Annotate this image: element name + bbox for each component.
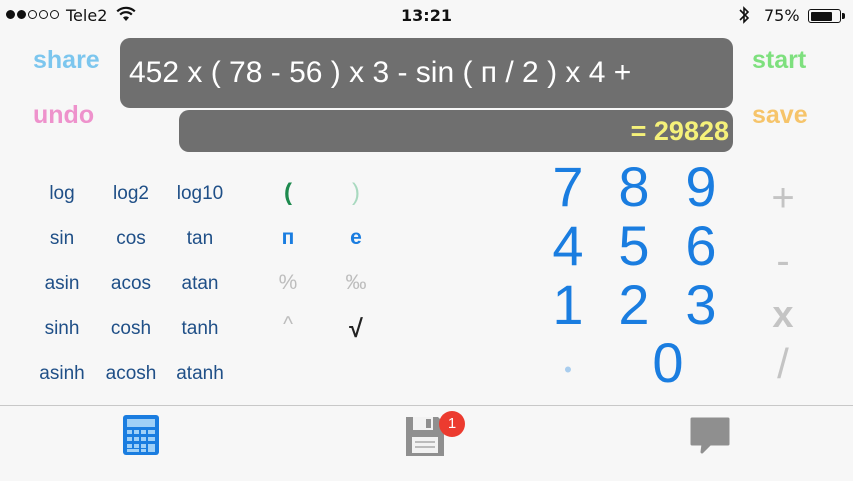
e-button[interactable]: e [331, 226, 381, 250]
cos-button[interactable]: cos [96, 228, 166, 250]
tab-feedback[interactable] [688, 414, 732, 460]
plus-button[interactable]: + [758, 176, 808, 221]
battery-percent: 75% [764, 6, 800, 25]
tan-button[interactable]: tan [165, 228, 235, 250]
undo-button[interactable]: undo [33, 101, 94, 130]
start-button[interactable]: start [752, 46, 806, 75]
tab-calculator[interactable] [121, 414, 165, 460]
saved-count-badge: 1 [439, 411, 465, 437]
decimal-point-button[interactable]: • [535, 350, 601, 390]
speech-bubble-icon [688, 417, 732, 460]
open-paren-button[interactable]: ( [263, 179, 313, 207]
sinh-button[interactable]: sinh [27, 318, 97, 340]
sin-button[interactable]: sin [27, 228, 97, 250]
tab-bar [0, 405, 853, 481]
battery-icon [808, 9, 841, 23]
digit-7-button[interactable]: 7 [535, 157, 601, 217]
result-display: = 29828 [179, 110, 733, 152]
digit-0-button[interactable]: 0 [635, 333, 701, 393]
clock: 13:21 [401, 6, 452, 25]
digit-3-button[interactable]: 3 [668, 275, 734, 335]
digit-5-button[interactable]: 5 [601, 216, 667, 276]
digit-8-button[interactable]: 8 [601, 157, 667, 217]
digit-1-button[interactable]: 1 [535, 275, 601, 335]
floppy-disk-icon [404, 417, 446, 462]
power-button[interactable]: ^ [263, 313, 313, 337]
tanh-button[interactable]: tanh [165, 318, 235, 340]
expression-display: 452 x ( 78 - 56 ) x 3 - sin ( п / 2 ) x … [120, 38, 733, 108]
pi-button[interactable]: п [263, 226, 313, 250]
log-button[interactable]: log [27, 183, 97, 205]
digit-2-button[interactable]: 2 [601, 275, 667, 335]
minus-button[interactable]: - [758, 239, 808, 284]
digit-6-button[interactable]: 6 [668, 216, 734, 276]
close-paren-button[interactable]: ) [331, 179, 381, 207]
share-button[interactable]: share [33, 46, 100, 75]
asin-button[interactable]: asin [27, 273, 97, 295]
permille-button[interactable]: ‰ [331, 271, 381, 295]
status-bar: Tele2 13:21 75% [0, 0, 853, 32]
log2-button[interactable]: log2 [96, 183, 166, 205]
acos-button[interactable]: acos [96, 273, 166, 295]
percent-button[interactable]: % [263, 271, 313, 295]
acosh-button[interactable]: acosh [96, 363, 166, 385]
multiply-button[interactable]: x [758, 294, 808, 337]
atan-button[interactable]: atan [165, 273, 235, 295]
asinh-button[interactable]: asinh [27, 363, 97, 385]
bluetooth-icon [738, 5, 750, 29]
save-button[interactable]: save [752, 101, 808, 130]
digit-9-button[interactable]: 9 [668, 157, 734, 217]
calculator-icon [121, 415, 161, 460]
sqrt-button[interactable]: √ [331, 315, 381, 344]
divide-button[interactable]: / [758, 340, 808, 388]
digit-4-button[interactable]: 4 [535, 216, 601, 276]
cosh-button[interactable]: cosh [96, 318, 166, 340]
log10-button[interactable]: log10 [165, 183, 235, 205]
atanh-button[interactable]: atanh [165, 363, 235, 385]
